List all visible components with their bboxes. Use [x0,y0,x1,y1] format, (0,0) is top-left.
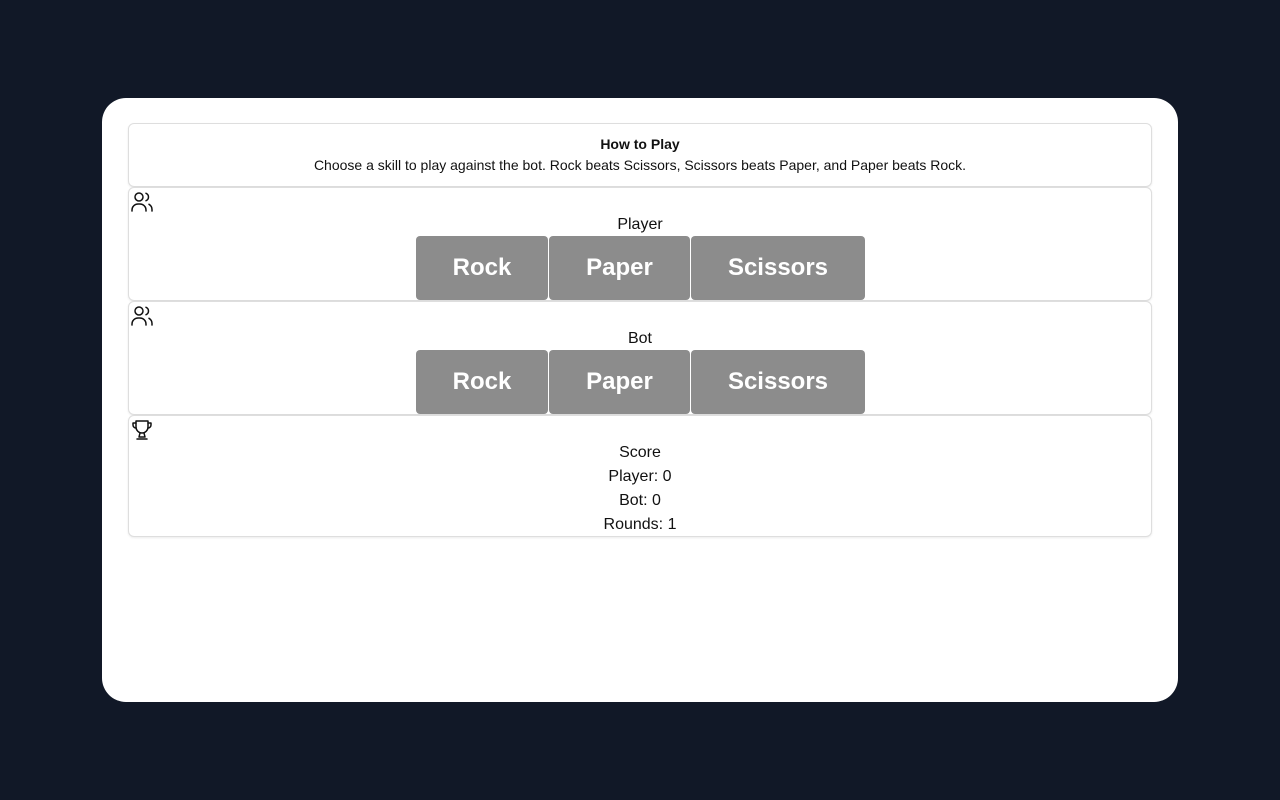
score-section: Score Player: 0 Bot: 0 Rounds: 1 [128,415,1152,537]
bot-paper-button[interactable]: Paper [549,350,690,414]
bot-section: Bot Rock Paper Scissors [128,301,1152,415]
how-to-play-panel: How to Play Choose a skill to play again… [128,123,1152,187]
score-title: Score [619,444,661,461]
users-icon [130,304,154,328]
player-paper-button[interactable]: Paper [549,236,690,300]
users-icon [130,190,154,214]
player-section: Player Rock Paper Scissors [128,187,1152,301]
player-title: Player [617,216,663,233]
how-to-play-title: How to Play [600,136,680,152]
game-card: How to Play Choose a skill to play again… [102,98,1178,702]
bot-choices: Rock Paper Scissors [416,350,865,414]
player-scissors-button[interactable]: Scissors [691,236,865,300]
player-score: Player: 0 [608,468,672,485]
bot-scissors-button[interactable]: Scissors [691,350,865,414]
how-to-play-text: Choose a skill to play against the bot. … [313,157,967,173]
player-choices: Rock Paper Scissors [416,236,865,300]
bot-title: Bot [627,330,652,347]
trophy-icon [130,418,154,442]
rounds-count: Rounds: 1 [603,516,677,533]
score-lines: Score Player: 0 Bot: 0 Rounds: 1 [129,443,1151,537]
bot-score: Bot: 0 [619,492,661,509]
bot-rock-button[interactable]: Rock [416,350,548,414]
player-rock-button[interactable]: Rock [416,236,548,300]
